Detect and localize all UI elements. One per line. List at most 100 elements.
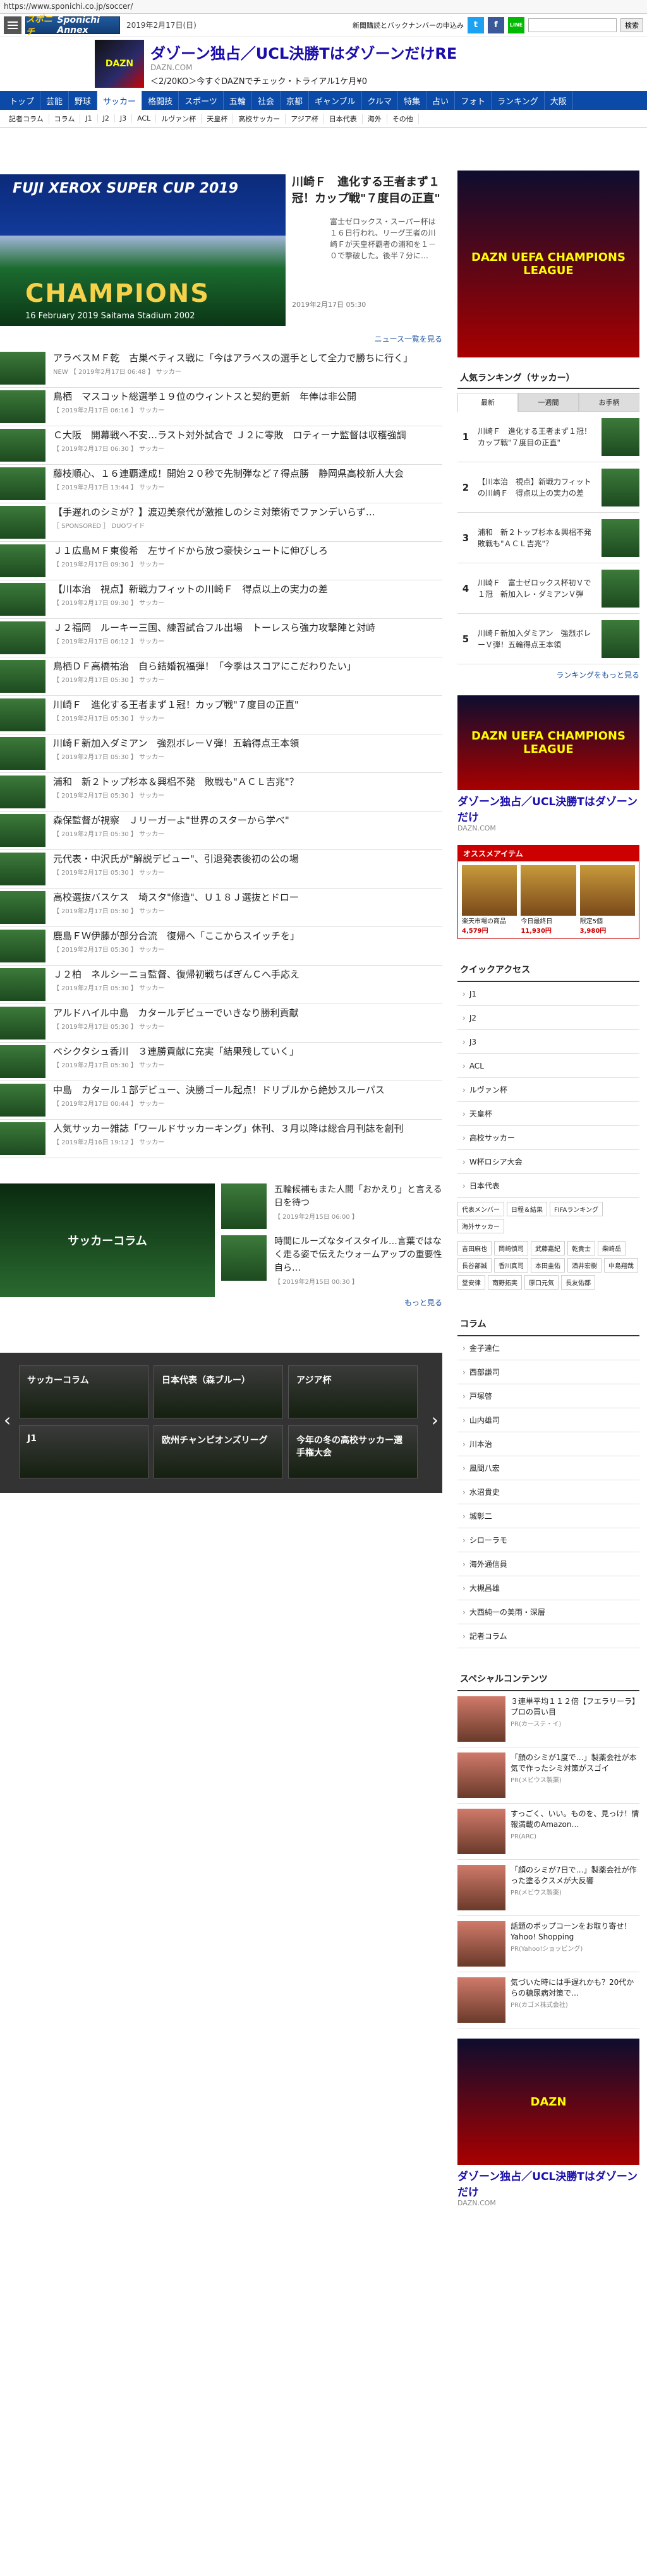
quick-access-item[interactable]: 日本代表 [457,1174,639,1198]
news-title[interactable]: 浦和 新２トップ杉本＆興梠不発 敗戦も"ＡＣＬ吉兆"？ [53,776,299,789]
news-item[interactable]: アルドハイル中島 カタールデビューでいきなり勝利貢献【 2019年2月17日 0… [0,1004,442,1043]
news-thumb[interactable] [0,583,45,616]
news-title[interactable]: Ｊ２柏 ネルシーニョ監督、復帰初戦ちばぎんＣへ手応え [53,968,299,981]
column-more-link[interactable]: もっと見る [221,1292,442,1313]
news-thumb[interactable] [0,1045,45,1078]
player-tag[interactable]: 岡崎慎司 [494,1241,528,1255]
column-list-item[interactable]: 川本治 [457,1432,639,1456]
subnav-item[interactable]: 記者コラム [4,113,49,124]
news-thumb[interactable] [0,429,45,462]
player-tag[interactable]: 本田圭佑 [531,1258,565,1273]
news-title[interactable]: 藤枝順心、１６連覇達成！開始２０秒で先制弾など７得点勝 静岡県高校新人大会 [53,467,404,481]
news-item[interactable]: 中島 カタール１部デビュー、決勝ゴール起点！ドリブルから絶妙スルーパス【 201… [0,1081,442,1120]
news-thumb[interactable] [0,853,45,885]
gnav-item[interactable]: トップ [4,91,41,110]
special-item[interactable]: ３連単平均１１２倍【フエラリーラ】プロの買い目 PR(カーステ・イ) [457,1691,639,1747]
carousel-tile[interactable]: サッカーコラム [19,1365,148,1418]
quick-tag[interactable]: 海外サッカー [457,1219,504,1233]
news-title[interactable]: Ｃ大阪 開幕戦へ不安…ラスト対外試合で Ｊ２に零敗 ロティーナ監督は収穫強調 [53,429,406,442]
column-list-item[interactable]: 山内雄司 [457,1408,639,1432]
gnav-item[interactable]: 格闘技 [142,91,179,110]
hamburger-menu-icon[interactable] [4,16,21,34]
ranking-title-text[interactable]: 【川本治 視点】新戦力フィットの川崎Ｆ 得点以上の実力の差 [474,476,602,499]
facebook-icon[interactable]: f [488,16,504,33]
quick-tag[interactable]: 日程＆結果 [507,1202,547,1216]
quick-access-item[interactable]: J2 [457,1006,639,1030]
ranking-thumb[interactable] [602,569,639,608]
ranking-thumb[interactable] [602,518,639,557]
news-item[interactable]: 鳥栖 マスコット総選挙１９位のウィントスと契約更新 年俸は非公開【 2019年2… [0,388,442,426]
gnav-item[interactable]: 社会 [252,91,281,110]
special-thumb[interactable] [457,1977,505,2023]
special-title-text[interactable]: 話題のポップコーンをお取り寄せ！Yahoo! Shopping [511,1921,639,1943]
address-bar[interactable]: https://www.sponichi.co.jp/soccer/ [0,0,647,14]
search-button[interactable]: 検索 [620,18,643,32]
special-title-text[interactable]: ３連単平均１１２倍【フエラリーラ】プロの買い目 [511,1696,639,1718]
subnav-item[interactable]: J3 [115,114,133,123]
news-title[interactable]: アラベスＭＦ乾 古巣ベティス戦に「今はアラベスの選手として全力で勝ちに行く」 [53,352,413,365]
recommended-item[interactable]: 今日最終日 11,930円 [521,865,576,935]
news-thumb[interactable] [0,814,45,847]
news-title[interactable]: Ｊ１広島ＭＦ東俊希 左サイドから放つ豪快シュートに伸びしろ [53,544,328,558]
subnav-item[interactable]: コラム [49,113,81,124]
news-item[interactable]: 藤枝順心、１６連覇達成！開始２０秒で先制弾など７得点勝 静岡県高校新人大会【 2… [0,465,442,503]
news-title[interactable]: 【手遅れのシミが？】渡辺美奈代が激推しのシミ対策術でファンデいらず… [53,506,375,519]
site-logo[interactable]: スポニチ Sponichi Annex [25,15,120,37]
gnav-item[interactable]: 芸能 [40,91,70,110]
news-item[interactable]: ベシクタシュ香川 ３連勝貢献に充実「結果残していく」【 2019年2月17日 0… [0,1043,442,1081]
quick-access-item[interactable]: 天皇杯 [457,1102,639,1126]
subscription-link[interactable]: 新聞購読とバックナンバーの申込み [353,20,464,30]
recommended-image[interactable] [521,865,576,916]
ranking-more-link[interactable]: ランキングをもっと見る [457,664,639,685]
news-title[interactable]: 森保監督が視察 Ｊリーガーよ"世界のスターから学べ" [53,814,289,827]
line-icon[interactable]: LINE [508,16,524,33]
special-title-text[interactable]: 「顔のシミが7日で…」製薬会社が作った塗るクスメが大反響 [511,1865,639,1886]
top-ad[interactable]: DAZN ダゾーン独占／UCL決勝TはダゾーンだけRE DAZN.COM ＜2/… [0,37,647,91]
column-list-item[interactable]: 記者コラム [457,1624,639,1648]
ranking-title-text[interactable]: 浦和 新２トップ杉本＆興梠不発 敗戦も"ＡＣＬ吉兆"？ [474,527,602,549]
column-list-item[interactable]: 大槻昌雄 [457,1576,639,1600]
carousel-tile[interactable]: アジア杯 [288,1365,418,1418]
news-item[interactable]: 川崎Ｆ新加入ダミアン 強烈ボレーＶ弾！五輪得点王本領【 2019年2月17日 0… [0,734,442,773]
special-item[interactable]: 「顔のシミが1度で…」製薬会社が本気で作ったシミ対策がスゴイ PR(メビウス製薬) [457,1747,639,1804]
news-thumb[interactable] [0,390,45,423]
ad-image[interactable]: DAZN [95,40,144,88]
news-title[interactable]: 鳥栖ＤＦ高橋祐治 自ら結婚祝福弾！「今季はスコアにこだわりたい」 [53,660,356,673]
player-tag[interactable]: 中島翔哉 [604,1258,638,1273]
player-tag[interactable]: 柴崎岳 [598,1241,626,1255]
special-item[interactable]: 話題のポップコーンをお取り寄せ！Yahoo! Shopping PR(Yahoo!… [457,1916,639,1972]
player-tag[interactable]: 乾貴士 [567,1241,595,1255]
news-thumb[interactable] [0,737,45,770]
special-title-text[interactable]: 「顔のシミが1度で…」製薬会社が本気で作ったシミ対策がスゴイ [511,1752,639,1774]
quick-access-item[interactable]: W杯ロシア大会 [457,1150,639,1174]
news-item[interactable]: Ｊ１広島ＭＦ東俊希 左サイドから放つ豪快シュートに伸びしろ【 2019年2月17… [0,542,442,580]
recommended-image[interactable] [462,865,517,916]
news-thumb[interactable] [0,467,45,500]
player-tag[interactable]: 原口元気 [524,1275,559,1290]
news-thumb[interactable] [0,1007,45,1039]
ranking-tab[interactable]: 一週間 [518,393,579,412]
subnav-item[interactable]: 日本代表 [324,113,363,124]
quick-access-item[interactable]: ルヴァン杯 [457,1078,639,1102]
news-item[interactable]: 鹿島ＦＷ伊藤が部分合流 復帰へ「ここからスイッチを」【 2019年2月17日 0… [0,927,442,966]
ranking-thumb[interactable] [602,620,639,658]
column-banner[interactable]: サッカーコラム [0,1183,215,1297]
special-item[interactable]: すっごく、いい。ものを、見っけ！情報満載のAmazon… PR(ARC) [457,1804,639,1860]
quick-tag[interactable]: 代表メンバー [457,1202,504,1216]
top-story-image[interactable]: FUJI XEROX SUPER CUP 2019 CHAMPIONS 16 F… [0,174,286,326]
news-item[interactable]: アラベスＭＦ乾 古巣ベティス戦に「今はアラベスの選手として全力で勝ちに行く」 NE… [0,349,442,388]
player-tag[interactable]: 酒井宏樹 [567,1258,602,1273]
subnav-item[interactable]: 高校サッカー [233,113,286,124]
quick-access-item[interactable]: 高校サッカー [457,1126,639,1150]
news-title[interactable]: 中島 カタール１部デビュー、決勝ゴール起点！ドリブルから絶妙スルーパス [53,1084,385,1097]
carousel-tile[interactable]: 日本代表（森ブルー） [154,1365,283,1418]
gnav-item[interactable]: 大阪 [545,91,573,110]
news-item[interactable]: Ｃ大阪 開幕戦へ不安…ラスト対外試合で Ｊ２に零敗 ロティーナ監督は収穫強調【 … [0,426,442,465]
subnav-item[interactable]: ACL [132,114,157,123]
news-item[interactable]: Ｊ２福岡 ルーキー三国、練習試合フル出場 トーレスら強力攻撃陣と対峙【 2019… [0,619,442,657]
column-list-item[interactable]: 西部謙司 [457,1360,639,1384]
column-thumb[interactable] [221,1235,267,1281]
special-title-text[interactable]: すっごく、いい。ものを、見っけ！情報満載のAmazon… [511,1809,639,1830]
column-list-item[interactable]: シローラモ [457,1528,639,1552]
news-title[interactable]: 【川本治 視点】新戦力フィットの川崎Ｆ 得点以上の実力の差 [53,583,328,596]
